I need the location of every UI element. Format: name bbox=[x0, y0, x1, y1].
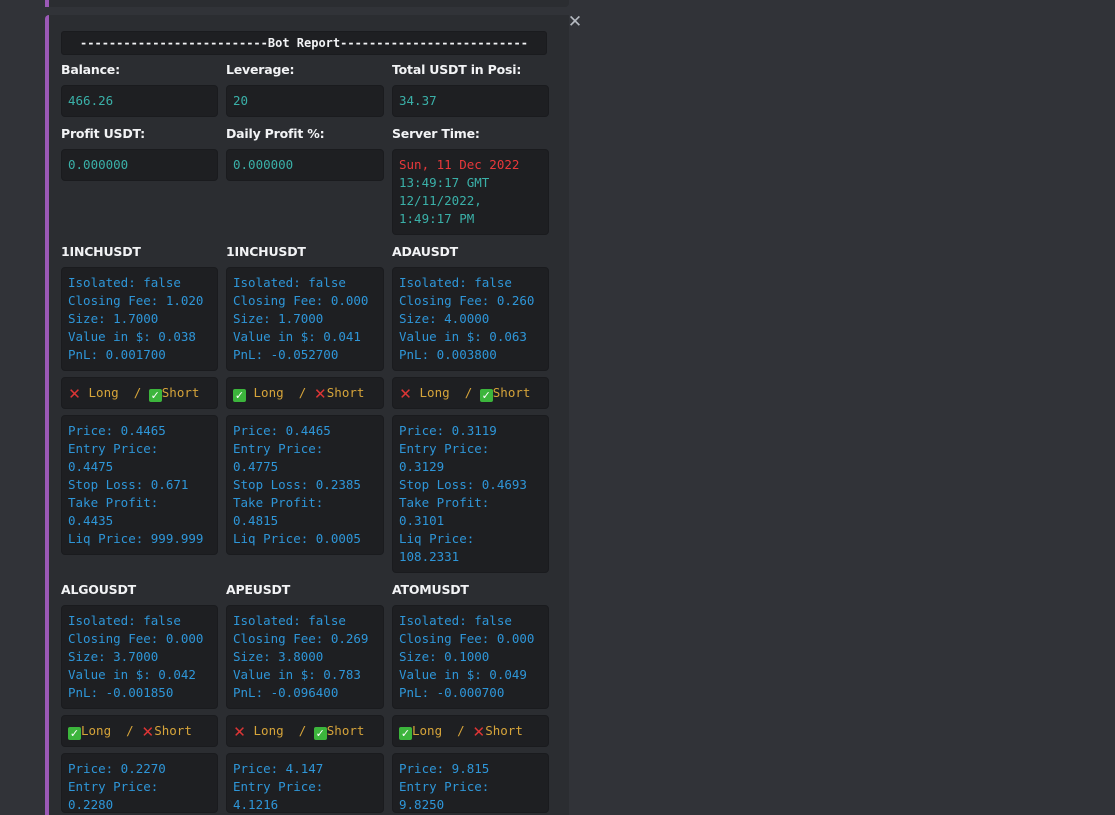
price-box: Price: 9.815 Entry Price: 9.8250 bbox=[392, 753, 549, 813]
profit-usdt-label: Profit USDT: bbox=[61, 126, 145, 141]
price-box: Price: 0.2270 Entry Price: 0.2280 bbox=[61, 753, 218, 813]
check-icon: ✓ bbox=[68, 727, 81, 740]
position-symbol: APEUSDT bbox=[226, 582, 291, 597]
profit-usdt-value: 0.000000 bbox=[61, 149, 218, 181]
leverage-label: Leverage: bbox=[226, 62, 295, 77]
price-box: Price: 0.4465 Entry Price: 0.4775 Stop L… bbox=[226, 415, 384, 555]
position-symbol: ATOMUSDT bbox=[392, 582, 469, 597]
total-usdt-value: 34.37 bbox=[392, 85, 549, 117]
balance-value: 466.26 bbox=[61, 85, 218, 117]
check-icon: ✓ bbox=[148, 389, 162, 402]
long-short-box: ✓ Long / ✕Short bbox=[226, 377, 384, 409]
server-time-value: Sun, 11 Dec 2022 13:49:17 GMT 12/11/2022… bbox=[392, 149, 549, 235]
position-info-box: Isolated: false Closing Fee: 1.020 Size:… bbox=[61, 267, 218, 371]
position-info-box: Isolated: false Closing Fee: 0.260 Size:… bbox=[392, 267, 549, 371]
x-icon: ✕ bbox=[141, 723, 155, 741]
server-time-label: Server Time: bbox=[392, 126, 480, 141]
price-box: Price: 0.3119 Entry Price: 0.3129 Stop L… bbox=[392, 415, 549, 573]
price-box: Price: 4.147 Entry Price: 4.1216 bbox=[226, 753, 384, 813]
x-icon: ✕ bbox=[472, 723, 486, 741]
x-icon: ✕ bbox=[68, 385, 81, 403]
balance-label: Balance: bbox=[61, 62, 120, 77]
price-box: Price: 0.4465 Entry Price: 0.4475 Stop L… bbox=[61, 415, 218, 555]
total-usdt-label: Total USDT in Posi: bbox=[392, 62, 522, 77]
check-icon: ✓ bbox=[399, 727, 412, 740]
x-icon: ✕ bbox=[399, 385, 412, 403]
long-short-box: ✕ Long / ✓ Short bbox=[61, 377, 218, 409]
check-icon: ✓ bbox=[233, 389, 246, 402]
check-icon: ✓ bbox=[313, 727, 327, 740]
previous-embed bbox=[45, 0, 569, 7]
close-icon[interactable]: ✕ bbox=[566, 12, 584, 32]
position-info-box: Isolated: false Closing Fee: 0.000 Size:… bbox=[61, 605, 218, 709]
leverage-value: 20 bbox=[226, 85, 384, 117]
long-short-box: ✕ Long / ✓ Short bbox=[226, 715, 384, 747]
check-icon: ✓ bbox=[479, 389, 493, 402]
position-symbol: 1INCHUSDT bbox=[61, 244, 141, 259]
x-icon: ✕ bbox=[313, 385, 327, 403]
report-title: --------------------------Bot Report----… bbox=[61, 31, 547, 55]
daily-profit-label: Daily Profit %: bbox=[226, 126, 325, 141]
long-short-box: ✓ Long / ✕Short bbox=[392, 715, 549, 747]
long-short-box: ✕ Long / ✓ Short bbox=[392, 377, 549, 409]
position-symbol: 1INCHUSDT bbox=[226, 244, 306, 259]
long-short-box: ✓ Long / ✕Short bbox=[61, 715, 218, 747]
position-info-box: Isolated: false Closing Fee: 0.000 Size:… bbox=[226, 267, 384, 371]
position-info-box: Isolated: false Closing Fee: 0.000 Size:… bbox=[392, 605, 549, 709]
daily-profit-value: 0.000000 bbox=[226, 149, 384, 181]
x-icon: ✕ bbox=[233, 723, 246, 741]
position-symbol: ADAUSDT bbox=[392, 244, 458, 259]
position-info-box: Isolated: false Closing Fee: 0.269 Size:… bbox=[226, 605, 384, 709]
position-symbol: ALGOUSDT bbox=[61, 582, 136, 597]
